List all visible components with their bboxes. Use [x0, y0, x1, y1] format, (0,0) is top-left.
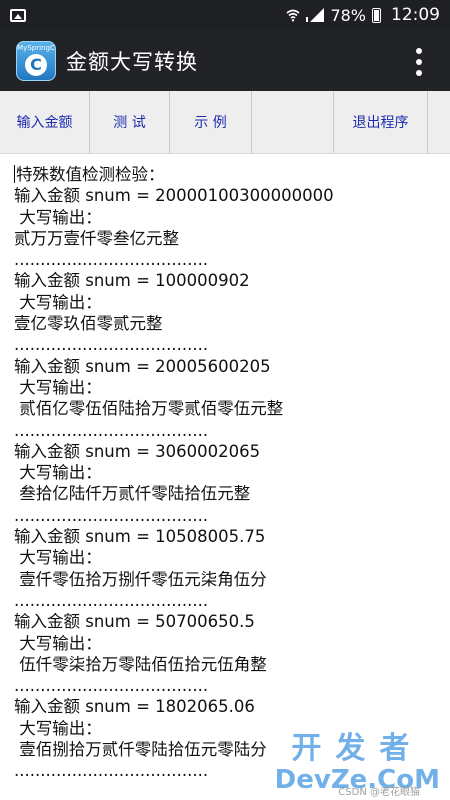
- test-button[interactable]: 测 试: [90, 91, 170, 153]
- text-line: 叁拾亿陆仟万贰仟零陆拾伍元整: [14, 484, 251, 504]
- example-button[interactable]: 示 例: [170, 91, 252, 153]
- app-logo-letter: C: [25, 53, 47, 76]
- status-bar: 78% 12:09: [0, 0, 450, 30]
- text-line: 大写输出：: [14, 633, 102, 653]
- wifi-icon: [286, 9, 300, 22]
- text-line: .....................................: [14, 250, 209, 270]
- app-title: 金额大写转换: [66, 49, 198, 74]
- text-line: .....................................: [14, 335, 209, 355]
- blank-button[interactable]: [252, 91, 334, 153]
- exit-program-button[interactable]: 退出程序: [334, 91, 428, 153]
- watermark-credit: CSDN @老花眼猫: [338, 787, 420, 798]
- text-cursor: [14, 165, 15, 183]
- text-line: 伍仟零柒拾万零陆佰伍拾元伍角整: [14, 654, 267, 674]
- text-line: .....................................: [14, 590, 209, 610]
- text-line: .....................................: [14, 505, 209, 525]
- text-line: 大写输出：: [14, 207, 102, 227]
- blank-button-2[interactable]: [428, 91, 450, 153]
- text-line: 输入金额 snum = 20005600205: [14, 356, 271, 376]
- text-line: 大写输出：: [14, 292, 102, 312]
- text-line: 特殊数值检测检验：: [14, 165, 165, 184]
- watermark-top-text: 开发者: [291, 731, 424, 766]
- app-bar: MySpringC C 金额大写转换: [0, 30, 450, 91]
- text-line: 大写输出：: [14, 463, 102, 483]
- output-text-area[interactable]: 特殊数值检测检验： 输入金额 snum = 20000100300000000 …: [14, 164, 434, 782]
- text-line: 大写输出：: [14, 377, 102, 397]
- image-notification-icon: [10, 8, 26, 22]
- signal-icon: [306, 8, 325, 22]
- overflow-menu-icon[interactable]: [416, 48, 422, 76]
- app-logo-text: MySpringC: [17, 43, 55, 52]
- text-line: .....................................: [14, 420, 209, 440]
- text-line: 壹仟零伍拾万捌仟零伍元柒角伍分: [14, 569, 267, 589]
- text-line: 输入金额 snum = 3060002065: [14, 441, 261, 461]
- toolbar: 输入金额 测 试 示 例 退出程序: [0, 91, 450, 154]
- text-line: 贰佰亿零伍佰陆拾万零贰佰零伍元整: [14, 399, 284, 419]
- text-line: 壹亿零玖佰零贰元整: [14, 314, 163, 334]
- text-line: .....................................: [14, 676, 209, 696]
- battery-percent: 78%: [330, 5, 366, 25]
- text-line: 输入金额 snum = 1802065.06: [14, 697, 255, 717]
- text-line: 贰万万壹仟零叁亿元整: [14, 228, 179, 248]
- text-line: 输入金额 snum = 20000100300000000: [14, 186, 334, 206]
- text-line: 输入金额 snum = 50700650.5: [14, 612, 255, 632]
- text-line: 大写输出：: [14, 548, 102, 568]
- input-amount-button[interactable]: 输入金额: [0, 91, 90, 153]
- text-line: 输入金额 snum = 10508005.75: [14, 527, 266, 547]
- text-line: 输入金额 snum = 100000902: [14, 271, 250, 291]
- app-logo-icon: MySpringC C: [16, 40, 56, 81]
- battery-icon: [372, 7, 381, 23]
- clock: 12:09: [391, 5, 440, 25]
